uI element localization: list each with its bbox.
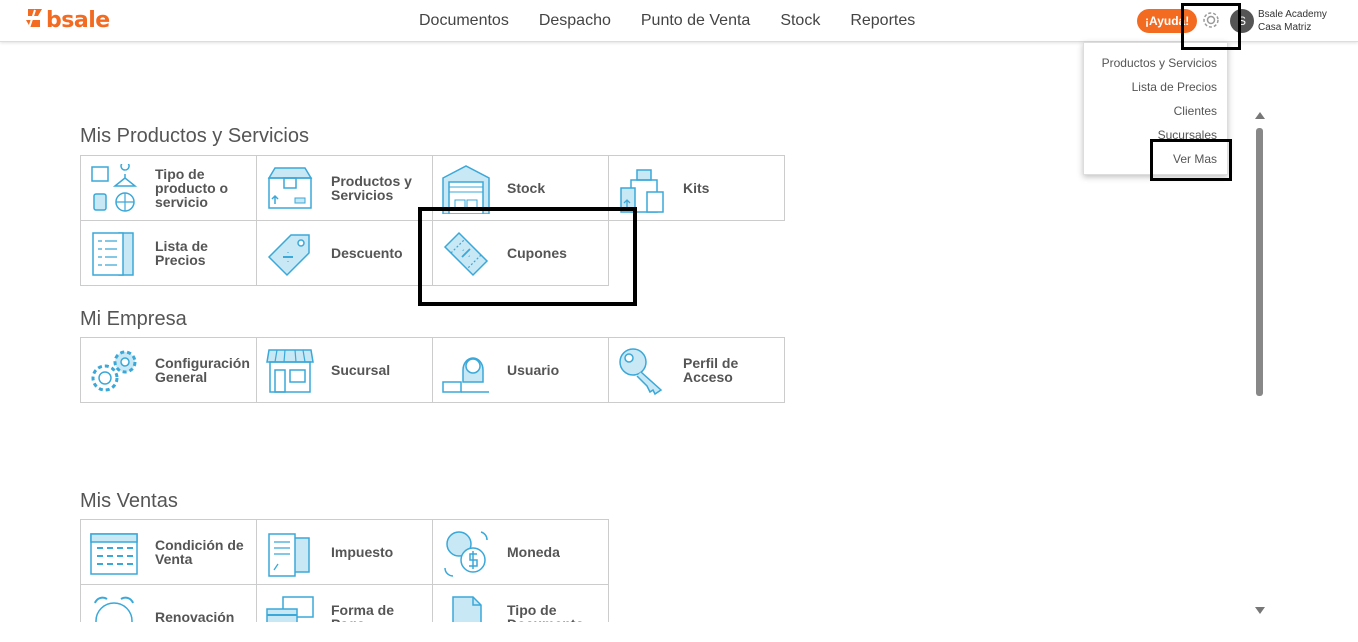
tile-label: Moneda — [507, 544, 560, 560]
user-icon — [442, 357, 489, 393]
company-info[interactable]: Bsale Academy Casa Matriz — [1258, 8, 1327, 34]
tile-tipo-producto[interactable]: Tipo de producto o servicio — [80, 155, 257, 221]
top-navigation-bar: bsale Documentos Despacho Punto de Venta… — [0, 0, 1358, 42]
nav-documentos[interactable]: Documentos — [404, 12, 524, 30]
tile-forma-pago[interactable]: Forma de Pago — [256, 584, 433, 622]
cupones-highlight — [418, 207, 637, 306]
nav-punto-de-venta[interactable]: Punto de Venta — [626, 12, 765, 30]
tile-label: Impuesto — [331, 544, 394, 560]
tile-label: Descuento — [331, 245, 403, 261]
section-title-empresa: Mi Empresa — [80, 308, 187, 330]
bsale-logo-icon — [26, 7, 42, 33]
nav-reportes[interactable]: Reportes — [835, 12, 930, 30]
tile-label: Renovación — [155, 609, 235, 622]
tile-sucursal[interactable]: Sucursal — [256, 337, 433, 403]
tile-label: Sucursal — [331, 362, 391, 378]
tile-label: Forma de Pago — [331, 602, 395, 622]
tile-label: Condición de Venta — [155, 537, 244, 567]
scroll-thumb[interactable] — [1256, 128, 1263, 396]
price-list-icon — [92, 232, 134, 276]
tax-icon — [268, 533, 310, 577]
tile-label: Kits — [683, 180, 710, 196]
key-icon — [619, 348, 663, 396]
tile-label: Productos y Servicios — [331, 173, 412, 203]
box-icon — [267, 167, 313, 209]
tile-label: Tipo de Documento — [507, 602, 584, 622]
bsale-logo[interactable]: bsale — [24, 7, 110, 33]
gear-highlight — [1181, 3, 1241, 50]
scroll-down-icon[interactable] — [1255, 607, 1265, 614]
store-icon — [266, 349, 314, 393]
calendar-icon — [90, 533, 138, 575]
currency-icon — [444, 531, 488, 577]
tile-perfil-acceso[interactable]: Perfil de Acceso — [608, 337, 785, 403]
tile-label: Perfil de Acceso — [683, 355, 739, 385]
company-name: Bsale Academy — [1258, 9, 1327, 20]
tile-productos-servicios[interactable]: Productos y Servicios — [256, 155, 433, 221]
section-title-productos: Mis Productos y Servicios — [80, 125, 309, 147]
logo-text: bsale — [46, 7, 110, 33]
tile-tipo-documento[interactable]: Tipo de Documento — [432, 584, 609, 622]
menu-item-productos[interactable]: Productos y Servicios — [1102, 56, 1217, 70]
tile-lista-precios[interactable]: Lista de Precios — [80, 220, 257, 286]
clock-icon — [94, 596, 134, 622]
tile-label: Lista de Precios — [155, 238, 208, 268]
tile-label: Tipo de producto o servicio — [155, 166, 229, 210]
tile-condicion-venta[interactable]: Condición de Venta — [80, 519, 257, 585]
tile-label: Stock — [507, 180, 546, 196]
section-title-ventas: Mis Ventas — [80, 490, 178, 512]
tile-descuento[interactable]: Descuento — [256, 220, 433, 286]
tile-label: Usuario — [507, 362, 560, 378]
vertical-scrollbar[interactable] — [1254, 108, 1266, 618]
tile-label: Configuración General — [155, 355, 250, 385]
product-type-icon — [91, 164, 138, 212]
nav-stock[interactable]: Stock — [765, 12, 835, 30]
payment-icon — [266, 596, 314, 622]
tile-usuario[interactable]: Usuario — [432, 337, 609, 403]
nav-despacho[interactable]: Despacho — [524, 12, 626, 30]
menu-item-lista-precios[interactable]: Lista de Precios — [1132, 80, 1217, 94]
menu-item-clientes[interactable]: Clientes — [1174, 104, 1217, 118]
tile-renovacion[interactable]: Renovación — [80, 584, 257, 622]
main-nav: Documentos Despacho Punto de Venta Stock… — [404, 0, 930, 42]
scroll-up-icon[interactable] — [1255, 112, 1265, 119]
discount-tag-icon — [267, 234, 310, 277]
gears-icon — [91, 350, 137, 392]
tile-impuesto[interactable]: Impuesto — [256, 519, 433, 585]
tile-moneda[interactable]: Moneda — [432, 519, 609, 585]
main-content: Mis Productos y Servicios Tipo de produc… — [0, 42, 1250, 622]
document-icon — [452, 596, 482, 622]
ver-mas-highlight — [1150, 139, 1232, 181]
branch-name: Casa Matriz — [1258, 22, 1312, 33]
tile-configuracion-general[interactable]: Configuración General — [80, 337, 257, 403]
